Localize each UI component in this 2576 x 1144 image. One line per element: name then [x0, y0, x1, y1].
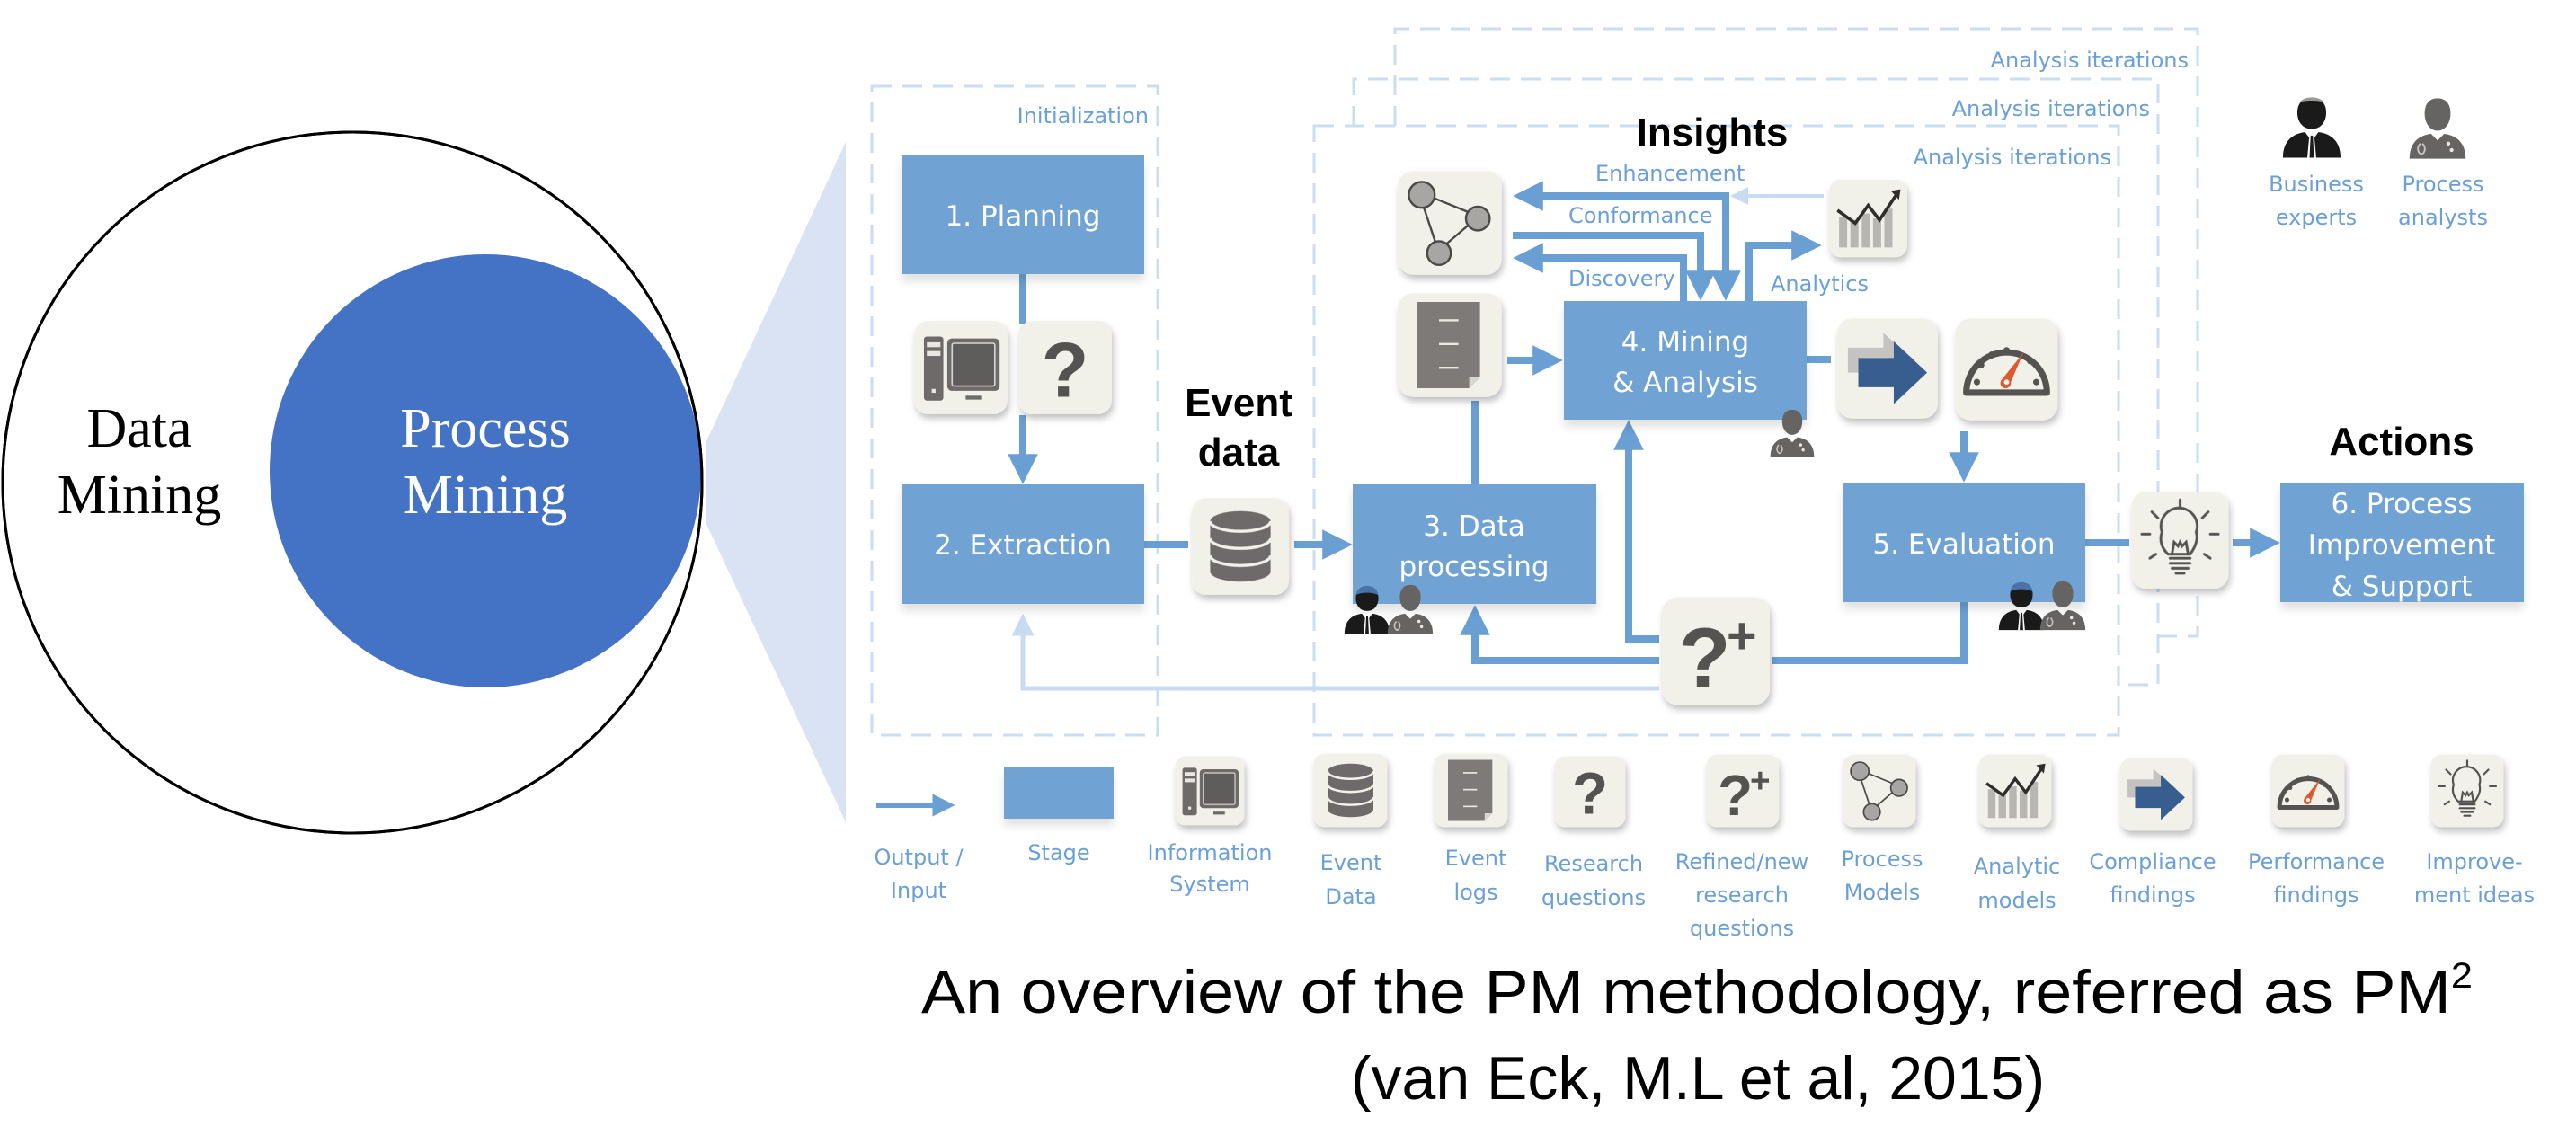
venn-diagram: Data Mining Process Mining [1, 130, 846, 835]
legend-label: System [1169, 872, 1250, 897]
event-data-heading-line1: Event [1185, 381, 1292, 425]
iteration-label-inner: Analysis iterations [1914, 145, 2111, 170]
insights-heading: Insights [1637, 111, 1789, 155]
stage-data-processing[interactable] [1353, 484, 1596, 604]
caption-line1: An overview of the PM methodology, refer… [921, 958, 2451, 1026]
business-experts-icon [2282, 97, 2341, 158]
legend-label: Performance [2248, 849, 2385, 874]
legend-label: Information [1148, 840, 1273, 865]
refined-questions-icon [1662, 597, 1770, 706]
initialization-label: Initialization [1017, 103, 1149, 129]
legend-database-icon [1312, 752, 1389, 829]
legend-label: logs [1453, 880, 1497, 905]
stage-planning-label: 1. Planning [946, 200, 1101, 233]
event-data-heading-line2: data [1198, 430, 1280, 474]
legend-document-icon [1434, 753, 1508, 828]
improvement-ideas-icon [2130, 490, 2230, 590]
legend-compliance-arrow-icon [2119, 758, 2193, 831]
stage-improvement-label-line2: Improvement [2308, 529, 2496, 562]
process-analysts-icon [2408, 97, 2467, 160]
legend-computer-icon [1174, 755, 1246, 827]
pm2-methodology-figure: ? ? + [1, 27, 2535, 1113]
legend-label: Compliance [2089, 849, 2216, 874]
legend-question-icon [1554, 756, 1626, 828]
process-model-icon [1397, 170, 1503, 276]
legend-label: findings [2273, 882, 2358, 908]
legend-process-model-icon [1842, 753, 1917, 829]
actor-legend: Business experts Process analysts [2269, 97, 2488, 230]
compliance-findings-icon [1837, 318, 1938, 419]
legend-label: Refined/new [1675, 849, 1808, 874]
process-mining-label-line1: Process [400, 398, 570, 459]
caption-line2: (van Eck, M.L et al, 2015) [1351, 1044, 2045, 1113]
legend-label: Research [1544, 851, 1643, 876]
event-data-icon [1190, 496, 1291, 597]
analytic-model-icon [1827, 178, 1909, 259]
legend-label: findings [2110, 882, 2195, 908]
event-logs-icon [1398, 293, 1502, 397]
legend-label: Stage [1027, 840, 1089, 865]
legend-label: questions [1541, 885, 1646, 910]
legend-label: Improve- [2426, 849, 2522, 874]
arrow-refined-to-mining [1613, 420, 1659, 643]
legend-gauge-icon [2272, 755, 2345, 828]
caption-superscript: 2 [2451, 956, 2473, 996]
legend-label: Output / [874, 845, 964, 870]
data-mining-label-line1: Data [86, 398, 191, 459]
stage-data-processing-label-line1: 3. Data [1423, 510, 1524, 543]
stage-extraction-label: 2. Extraction [934, 529, 1112, 562]
business-experts-label-line1: Business [2269, 172, 2364, 197]
iteration-label-outer: Analysis iterations [1991, 48, 2189, 73]
legend-label: Input [891, 878, 946, 903]
legend-label: questions [1690, 916, 1794, 941]
stage-evaluation-label: 5. Evaluation [1873, 528, 2056, 561]
svg-text:An overview of the PM methodol: An overview of the PM methodology, refer… [921, 956, 2473, 1026]
legend-label: Event [1320, 850, 1382, 875]
iteration-label-middle: Analysis iterations [1952, 96, 2150, 121]
legend-label: Models [1844, 880, 1921, 905]
legend-question-plus-icon [1706, 754, 1780, 828]
zoom-wedge [706, 142, 846, 822]
figure-caption: An overview of the PM methodology, refer… [921, 956, 2473, 1113]
stage-mining-label-line1: 4. Mining [1621, 326, 1749, 359]
arrow-refined-to-extraction [1011, 613, 1659, 691]
flow-label-enhancement: Enhancement [1595, 161, 1745, 186]
flow-label-analytics: Analytics [1771, 271, 1869, 297]
performance-findings-icon [1956, 318, 2057, 420]
legend-chart-icon [1976, 753, 2054, 829]
process-analysts-label-line1: Process [2402, 172, 2483, 197]
symbol-legend: Output / Input Stage Information System … [874, 752, 2535, 941]
stage-improvement-label-line3: & Support [2332, 571, 2473, 603]
legend-label: models [1977, 888, 2056, 913]
legend-label: Analytic [1974, 854, 2060, 879]
data-mining-label-line2: Mining [58, 465, 222, 526]
arrow-evaluation-to-refined-questions [1772, 602, 1968, 664]
business-experts-label-line2: experts [2276, 205, 2357, 230]
legend-stage-swatch [1004, 767, 1114, 819]
stage-mining-analysis[interactable] [1564, 301, 1807, 420]
legend-lightbulb-icon [2429, 753, 2505, 829]
flow-label-conformance: Conformance [1568, 203, 1713, 228]
stage-improvement-label-line1: 6. Process [2331, 488, 2472, 520]
legend-label: Data [1325, 884, 1376, 909]
flow-label-discovery: Discovery [1568, 266, 1675, 291]
legend-label: Process [1841, 847, 1923, 872]
information-system-icon [913, 320, 1008, 415]
process-mining-label-line2: Mining [404, 465, 568, 526]
process-analysts-label-line2: analysts [2398, 205, 2488, 230]
legend-label: research [1695, 882, 1789, 908]
stage-data-processing-label-line2: processing [1399, 551, 1549, 583]
legend-label: Event [1445, 846, 1507, 871]
research-questions-icon [1018, 321, 1112, 414]
legend-label: ment ideas [2414, 882, 2535, 908]
stage-mining-label-line2: & Analysis [1612, 367, 1758, 399]
actions-heading: Actions [2329, 420, 2474, 464]
